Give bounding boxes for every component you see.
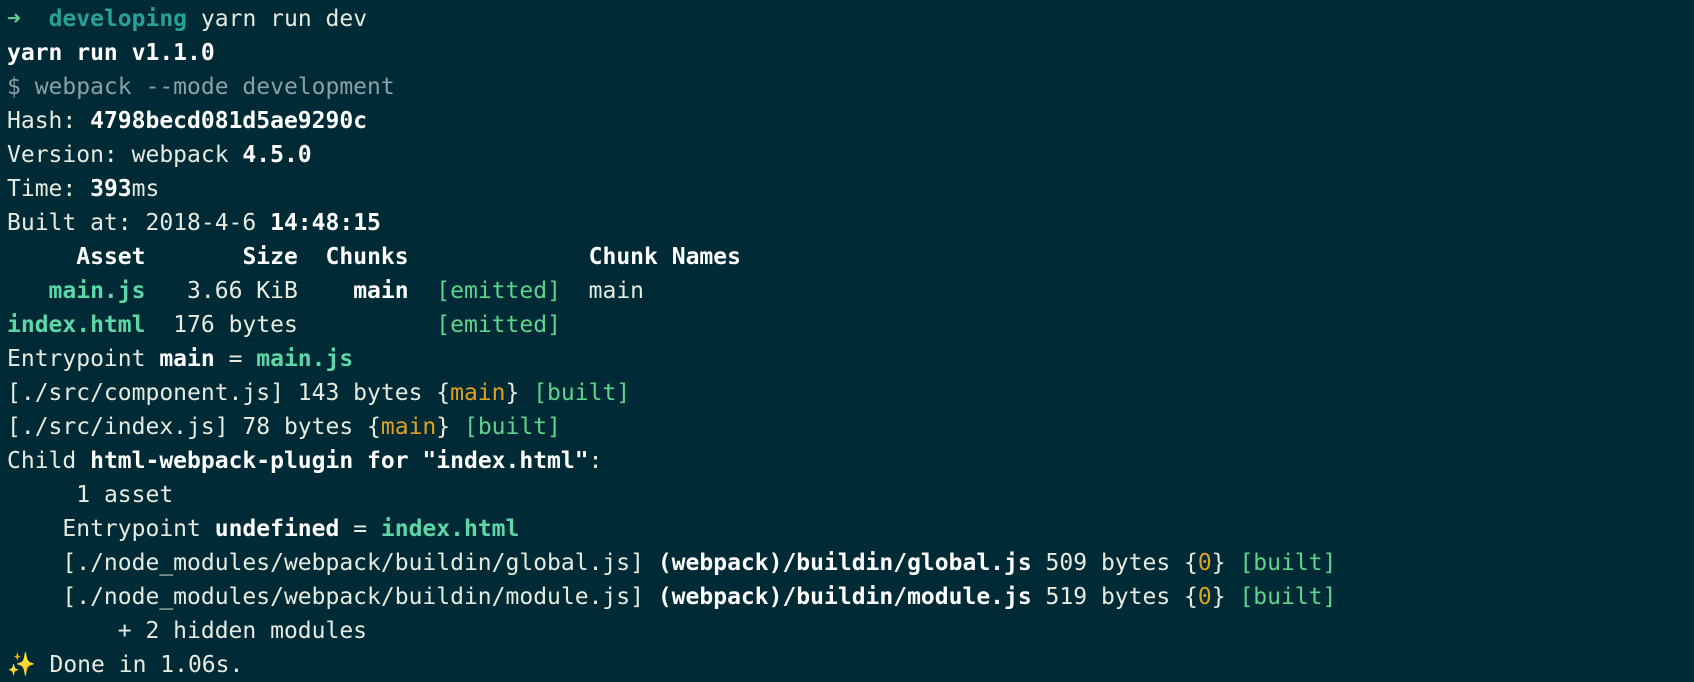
terminal-window[interactable]: ➜ developing yarn run dev yarn run v1.1.…	[0, 0, 1694, 682]
child-asset-count-line: 1 asset	[7, 478, 1694, 512]
child-prefix: Child	[7, 448, 91, 474]
module-status: [built]	[463, 414, 561, 440]
yarn-version: yarn run v1.1.0	[7, 40, 215, 66]
time-value: 393	[90, 176, 132, 202]
prompt-directory: developing	[48, 6, 188, 32]
child-line: Child html-webpack-plugin for "index.htm…	[7, 444, 1694, 478]
child-module-size: 509 bytes {	[1031, 550, 1198, 576]
entrypoint-line: Entrypoint main = main.js	[7, 342, 1694, 376]
header-size: Size	[242, 244, 298, 270]
asset-table-header: Asset Size Chunks Chunk Names	[7, 240, 1694, 274]
entrypoint-equals: =	[214, 346, 257, 372]
module-close: }	[436, 414, 464, 440]
child-module-close: }	[1211, 584, 1240, 610]
child-name: html-webpack-plugin for "index.html"	[90, 448, 589, 474]
prompt-arrow-icon: ➜	[7, 6, 21, 32]
built-label: Built at: 2018-4-6	[7, 210, 271, 236]
child-module-name: (webpack)/buildin/global.js	[657, 550, 1032, 576]
child-module-name: (webpack)/buildin/module.js	[657, 584, 1032, 610]
version-line: Version: webpack 4.5.0	[7, 138, 1694, 172]
entrypoint-label: Entrypoint	[7, 346, 160, 372]
child-module-line: [./node_modules/webpack/buildin/global.j…	[7, 546, 1694, 580]
prompt-command: yarn run dev	[200, 6, 368, 32]
hidden-modules: + 2 hidden modules	[117, 618, 368, 644]
child-module-size: 519 bytes {	[1031, 584, 1198, 610]
header-chunk-names: Chunk Names	[588, 244, 741, 270]
module-chunk: main	[380, 414, 437, 440]
built-time: 14:48:15	[270, 210, 381, 236]
module-chunk: main	[450, 380, 506, 406]
entrypoint-file: main.js	[256, 346, 354, 372]
hash-value: 4798becd081d5ae9290c	[90, 108, 368, 134]
child-module-status: [built]	[1239, 584, 1337, 610]
done-line: ✨ Done in 1.06s.	[7, 648, 1694, 682]
asset-row: index.html 176 bytes [emitted]	[7, 308, 1694, 342]
child-module-status: [built]	[1239, 550, 1337, 576]
child-module-close: }	[1211, 550, 1240, 576]
module-path: [./src/component.js] 143 bytes {	[7, 380, 451, 406]
module-close: }	[505, 380, 534, 406]
prompt-line: ➜ developing yarn run dev	[7, 2, 1694, 36]
module-path: [./src/index.js] 78 bytes {	[7, 414, 381, 440]
version-value: 4.5.0	[242, 142, 312, 168]
module-status: [built]	[533, 380, 631, 406]
hash-line: Hash: 4798becd081d5ae9290c	[7, 104, 1694, 138]
time-label: Time:	[7, 176, 91, 202]
asset-name: index.html	[7, 312, 146, 338]
asset-size: 3.66 KiB	[187, 278, 298, 304]
asset-status: [emitted]	[436, 278, 561, 304]
hash-label: Hash:	[7, 108, 91, 134]
version-label: Version: webpack	[7, 142, 243, 168]
child-module-line: [./node_modules/webpack/buildin/module.j…	[7, 580, 1694, 614]
sparkles-icon: ✨	[7, 652, 36, 678]
module-line: [./src/index.js] 78 bytes {main} [built]	[7, 410, 1694, 444]
hidden-modules-line: + 2 hidden modules	[7, 614, 1694, 648]
script-command: $ webpack --mode development	[7, 74, 395, 100]
asset-size: 176 bytes	[173, 312, 298, 338]
yarn-version-line: yarn run v1.1.0	[7, 36, 1694, 70]
child-asset-count: 1 asset	[76, 482, 174, 508]
done-text: Done in 1.06s.	[35, 652, 244, 678]
entrypoint-name: main	[159, 346, 215, 372]
header-asset: Asset	[76, 244, 146, 270]
child-module-chunk: 0	[1197, 550, 1212, 576]
asset-row: main.js 3.66 KiB main [emitted] main	[7, 274, 1694, 308]
child-module-chunk: 0	[1197, 584, 1212, 610]
time-line: Time: 393ms	[7, 172, 1694, 206]
child-module-path: [./node_modules/webpack/buildin/global.j…	[62, 550, 658, 576]
script-command-line: $ webpack --mode development	[7, 70, 1694, 104]
child-entrypoint-line: Entrypoint undefined = index.html	[7, 512, 1694, 546]
built-at-line: Built at: 2018-4-6 14:48:15	[7, 206, 1694, 240]
time-unit: ms	[131, 176, 160, 202]
child-suffix: :	[588, 448, 603, 474]
child-entry-equals: =	[339, 516, 381, 542]
header-chunks: Chunks	[325, 244, 409, 270]
asset-name: main.js	[48, 278, 146, 304]
child-entry-name: undefined	[214, 516, 340, 542]
module-line: [./src/component.js] 143 bytes {main} [b…	[7, 376, 1694, 410]
asset-chunks: main	[353, 278, 409, 304]
asset-status: [emitted]	[436, 312, 561, 338]
child-module-path: [./node_modules/webpack/buildin/module.j…	[62, 584, 658, 610]
child-entry-label: Entrypoint	[62, 516, 215, 542]
child-entry-file: index.html	[380, 516, 520, 542]
asset-chunk-names: main	[588, 278, 645, 304]
